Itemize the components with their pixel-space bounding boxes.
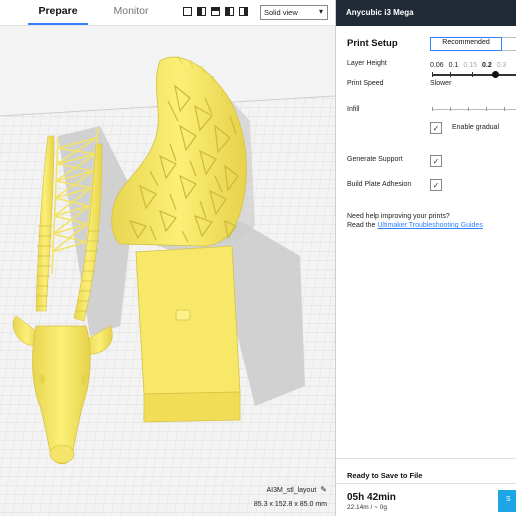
recommended-button[interactable]: Recommended	[430, 37, 502, 51]
model-name[interactable]: AI3M_stl_layout ✎	[266, 485, 327, 494]
slider-tick	[468, 107, 469, 111]
layer-height-values: 0.06 0.1 0.15 0.2 0.3	[430, 62, 511, 69]
infill-label: Infill	[347, 106, 360, 113]
antelope-eye-left	[39, 374, 45, 384]
ready-status: Ready to Save to File	[347, 471, 423, 480]
view-left-icon[interactable]	[225, 7, 234, 16]
output-panel: Ready to Save to File 05h 42min 22.14m /…	[336, 458, 516, 516]
print-setup-title: Print Setup	[347, 38, 398, 49]
layer-height-label: Layer Height	[347, 60, 387, 67]
build-plate-scene	[0, 55, 335, 516]
help-line-1: Need help improving your prints?	[347, 213, 450, 220]
view-mode-value: Solid view	[264, 8, 298, 17]
block-front	[143, 391, 241, 423]
custom-button[interactable]	[502, 37, 516, 51]
enable-gradual-checkbox[interactable]: ✓	[430, 122, 442, 134]
print-material-amount: 22.14m / ~ 0g	[347, 504, 387, 511]
tab-monitor[interactable]: Monitor	[102, 5, 160, 25]
view-right-icon[interactable]	[239, 7, 248, 16]
print-speed-value: Slower	[430, 80, 452, 87]
layer-height-value-selected: 0.2	[481, 62, 492, 69]
view-top-icon[interactable]	[211, 7, 220, 16]
layer-height-slider-handle[interactable]	[492, 71, 499, 78]
layer-height-value: 0.06	[430, 62, 444, 69]
slider-tick	[486, 107, 487, 111]
3d-viewport[interactable]: AI3M_stl_layout ✎ 85.3 x 152.8 x 85.0 mm	[0, 26, 335, 516]
slider-tick	[432, 107, 433, 111]
print-speed-label: Print Speed	[347, 80, 384, 87]
printer-name: Anycubic i3 Mega	[346, 8, 414, 17]
view-front-icon[interactable]	[197, 7, 206, 16]
settings-panel: Anycubic i3 Mega Print Setup Recommended…	[335, 0, 516, 516]
build-plate-adhesion-label: Build Plate Adhesion	[347, 181, 412, 188]
top-toolbar: Prepare Monitor Solid view ▾	[0, 0, 335, 26]
tab-prepare[interactable]: Prepare	[28, 5, 88, 25]
troubleshooting-guides-link[interactable]: Ultimaker Troubleshooting Guides	[377, 222, 482, 229]
help-text: Need help improving your prints? Read th…	[347, 212, 483, 230]
slider-tick	[450, 72, 451, 77]
print-time: 05h 42min	[347, 492, 396, 503]
slider-tick	[450, 107, 451, 111]
print-info: 05h 42min 22.14m / ~ 0g S	[336, 483, 516, 516]
chevron-down-icon: ▾	[318, 7, 323, 16]
model-dimensions: 85.3 x 152.8 x 85.0 mm	[253, 501, 327, 508]
help-line-2: Read the Ultimaker Troubleshooting Guide…	[347, 221, 483, 230]
view-3d-icon[interactable]	[183, 7, 192, 16]
layer-height-value: 0.1	[448, 62, 459, 69]
slider-tick	[432, 72, 433, 77]
layer-height-value: 0.15	[463, 62, 477, 69]
slider-tick	[504, 107, 505, 111]
save-to-file-button[interactable]: S	[498, 490, 516, 512]
printer-header[interactable]: Anycubic i3 Mega	[336, 0, 516, 26]
antelope-eye-right	[81, 374, 87, 384]
antelope-snout	[49, 444, 75, 464]
help-prefix: Read the	[347, 222, 376, 229]
model-name-label: AI3M_stl_layout	[266, 487, 317, 494]
view-mode-select[interactable]: Solid view ▾	[260, 5, 328, 20]
generate-support-label: Generate Support	[347, 156, 403, 163]
layer-height-value: 0.3	[496, 62, 507, 69]
slider-tick	[472, 72, 473, 77]
block-peg	[175, 309, 191, 321]
layer-height-slider[interactable]	[432, 74, 516, 76]
view-buttons	[183, 7, 248, 16]
enable-gradual-label: Enable gradual	[452, 124, 500, 131]
pencil-icon[interactable]: ✎	[320, 485, 327, 494]
build-plate-adhesion-checkbox[interactable]: ✓	[430, 179, 442, 191]
generate-support-checkbox[interactable]: ✓	[430, 155, 442, 167]
